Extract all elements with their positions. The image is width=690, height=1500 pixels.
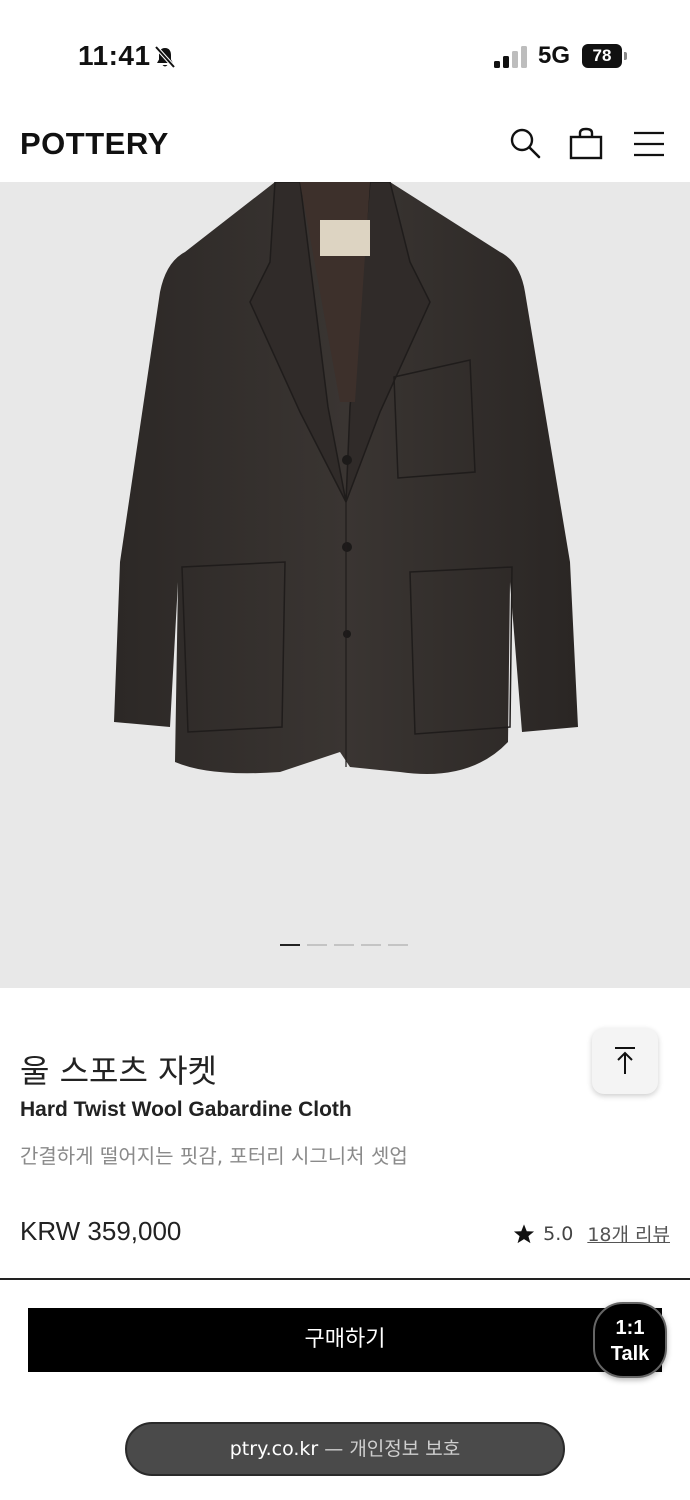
shopping-bag-icon[interactable] — [569, 126, 603, 160]
product-name-en: Hard Twist Wool Gabardine Cloth — [20, 1098, 352, 1121]
product-description: 간결하게 떨어지는 핏감, 포터리 시그니처 셋업 — [20, 1144, 408, 1168]
battery-level: 78 — [582, 44, 622, 68]
section-divider — [0, 1278, 690, 1280]
url-domain: ptry.co.kr — [229, 1438, 319, 1460]
signal-icon — [494, 46, 527, 68]
brand-logo[interactable]: POTTERY — [20, 126, 169, 162]
search-icon[interactable] — [508, 126, 542, 160]
reviews-link[interactable]: 18개 리뷰 — [587, 1220, 670, 1247]
talk-line-2: Talk — [610, 1343, 650, 1365]
rating-value: 5.0 — [543, 1222, 574, 1245]
carousel-dot[interactable] — [361, 944, 381, 946]
jacket-product-image — [114, 182, 578, 774]
status-time: 11:41 — [78, 40, 151, 71]
network-label: 5G — [538, 42, 571, 69]
status-bar: 11:41 5G 78 — [0, 0, 690, 100]
arrow-up-icon — [615, 1047, 635, 1074]
product-price: KRW 359,000 — [20, 1216, 182, 1246]
scroll-to-top-button[interactable] — [592, 1028, 658, 1094]
hamburger-menu-icon[interactable] — [632, 126, 666, 160]
carousel-dot[interactable] — [388, 944, 408, 946]
product-rating: 5.0 18개 리뷰 — [513, 1220, 670, 1247]
battery-icon: 78 — [582, 44, 628, 68]
carousel-dot[interactable] — [334, 944, 354, 946]
buy-button[interactable]: 구매하기 — [28, 1308, 662, 1372]
product-image-carousel[interactable] — [0, 182, 690, 988]
url-privacy-label: — 개인정보 보호 — [318, 1438, 461, 1460]
talk-chat-button[interactable]: 1:1 Talk — [593, 1302, 667, 1378]
star-icon — [514, 1223, 535, 1243]
talk-line-1: 1:1 — [615, 1317, 645, 1339]
browser-url-bar[interactable]: ptry.co.kr — 개인정보 보호 — [125, 1422, 565, 1476]
carousel-indicator[interactable] — [280, 944, 408, 948]
carousel-dot[interactable] — [307, 944, 327, 946]
carousel-dot-active[interactable] — [280, 944, 300, 946]
bell-muted-icon — [154, 45, 176, 69]
battery-cap — [624, 52, 627, 60]
product-name-ko: 울 스포츠 자켓 — [20, 1052, 217, 1090]
site-header: POTTERY — [0, 100, 690, 182]
